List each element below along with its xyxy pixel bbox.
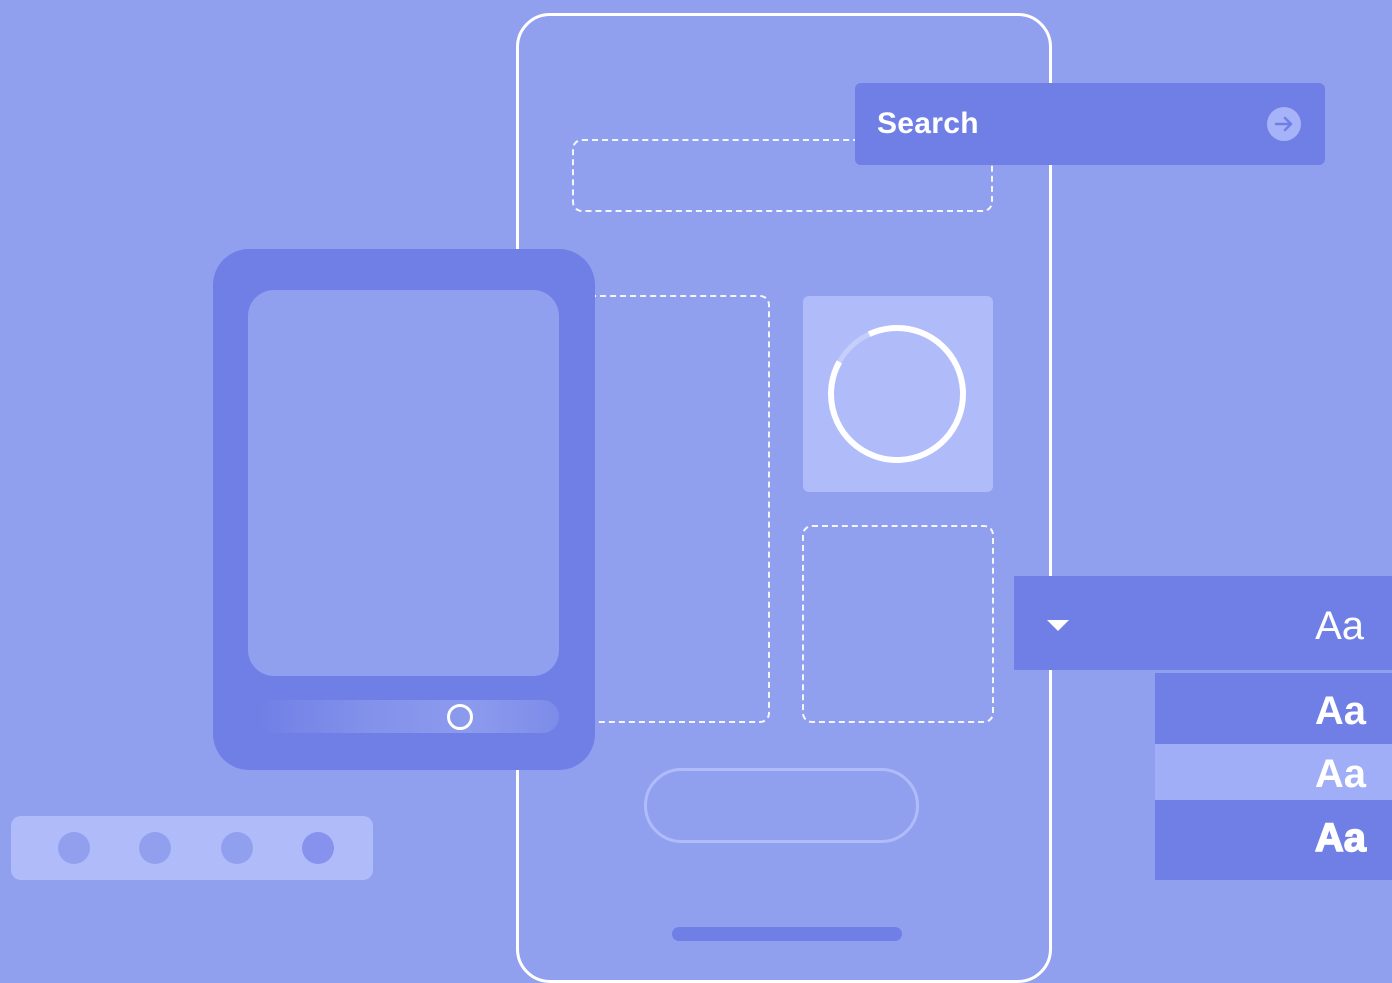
arrow-right-icon — [1274, 116, 1293, 132]
content-placeholder-right — [802, 525, 994, 723]
font-option[interactable]: Aa — [1155, 673, 1392, 744]
search-submit-button[interactable] — [1267, 107, 1301, 141]
page-indicator — [11, 816, 373, 880]
font-option[interactable]: Aa — [1155, 800, 1392, 880]
tablet-device — [213, 249, 595, 770]
search-label: Search — [877, 107, 979, 140]
page-dot[interactable] — [58, 832, 90, 864]
tablet-slider-handle[interactable] — [447, 704, 473, 730]
page-dot[interactable] — [221, 832, 253, 864]
tablet-slider-track[interactable] — [259, 700, 559, 733]
progress-ring-arc — [828, 325, 966, 463]
search-bar[interactable]: Search — [855, 83, 1325, 165]
caret-down-icon — [1047, 620, 1069, 631]
page-dot[interactable] — [139, 832, 171, 864]
progress-card — [803, 296, 993, 492]
progress-ring — [828, 325, 966, 463]
tablet-screen — [248, 290, 559, 676]
page-dot-active[interactable] — [302, 832, 334, 864]
home-indicator — [672, 927, 902, 941]
dropdown-selected-value: Aa — [1315, 604, 1364, 648]
action-button[interactable] — [644, 768, 919, 843]
font-option-highlighted[interactable]: Aa — [1155, 744, 1392, 800]
font-dropdown[interactable]: Aa — [1014, 576, 1392, 670]
